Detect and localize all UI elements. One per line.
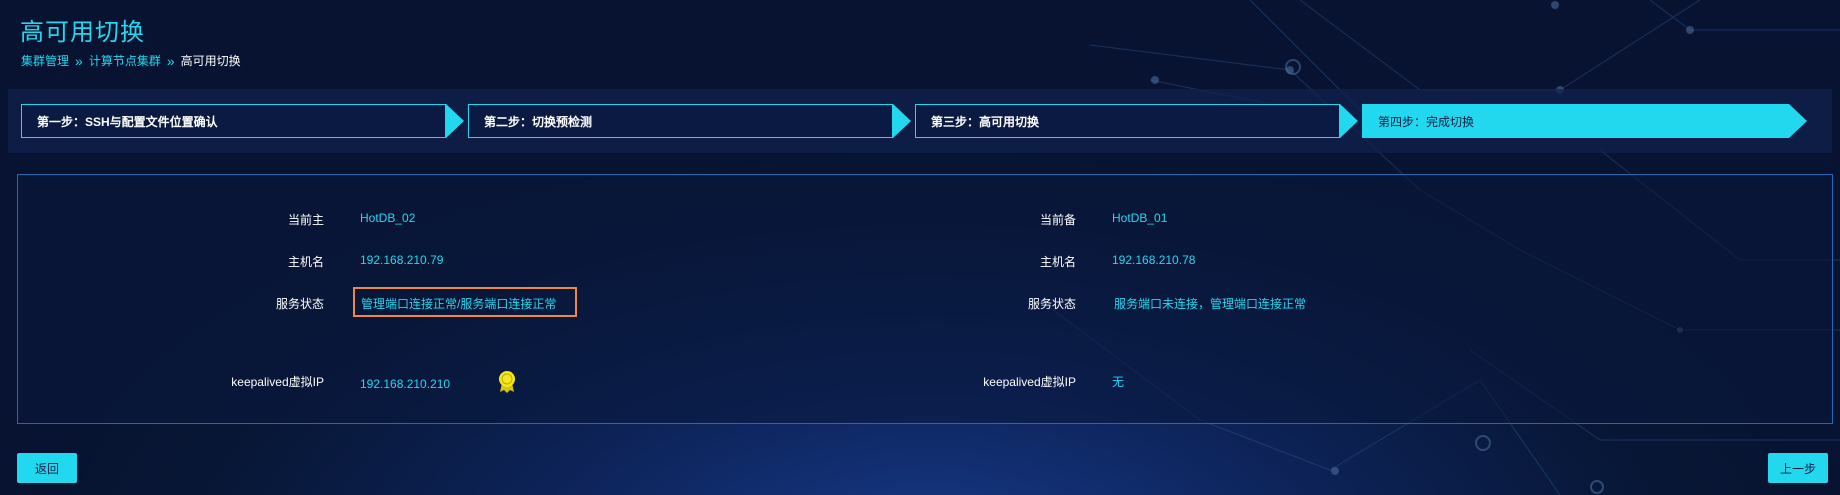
step-progress-bar: 第一步：SSH与配置文件位置确认 第二步：切换预检测 第三步：高可用切换 第四步… (8, 89, 1832, 153)
standby-role-label: 当前备 (1039, 213, 1076, 227)
switch-result-panel: 当前主 HotDB_02 主机名 192.168.210.79 服务状态 管理端… (17, 174, 1833, 424)
master-role-label: 当前主 (287, 213, 324, 227)
breadcrumb-separator: » (75, 52, 83, 69)
back-button[interactable]: 返回 (17, 453, 77, 483)
master-host-label: 主机名 (287, 255, 324, 269)
step-4-label: 第四步：完成切换 (1362, 104, 1789, 138)
master-role-value: HotDB_02 (360, 211, 416, 225)
master-status-label: 服务状态 (275, 297, 324, 311)
step-arrow-icon (1789, 104, 1807, 138)
step-arrow-icon (446, 104, 464, 138)
breadcrumb-compute-node-cluster[interactable]: 计算节点集群 (89, 52, 161, 69)
standby-status-label: 服务状态 (1027, 297, 1076, 311)
step-3-label: 第三步：高可用切换 (915, 104, 1340, 138)
award-badge-icon (499, 371, 515, 393)
standby-host-label: 主机名 (1039, 255, 1076, 269)
standby-host-value: 192.168.210.78 (1112, 253, 1196, 267)
page-title: 高可用切换 (20, 19, 145, 46)
breadcrumb-current: 高可用切换 (180, 54, 241, 68)
master-vip-value: 192.168.210.210 (360, 377, 451, 391)
standby-status-value: 服务端口未连接，管理端口连接正常 (1114, 297, 1307, 311)
step-arrow-icon (1340, 104, 1358, 138)
breadcrumb-separator: » (166, 52, 175, 69)
master-vip-label: keepalived虚拟IP (231, 375, 324, 389)
breadcrumb-cluster-management[interactable]: 集群管理 (21, 52, 69, 69)
step-arrow-icon (893, 104, 911, 138)
previous-step-button[interactable]: 上一步 (1768, 453, 1828, 483)
step-1-label: 第一步：SSH与配置文件位置确认 (21, 104, 446, 138)
step-2-label: 第二步：切换预检测 (468, 104, 893, 138)
master-host-value: 192.168.210.79 (360, 253, 444, 267)
standby-role-value: HotDB_01 (1112, 211, 1168, 225)
breadcrumb: 集群管理 » 计算节点集群 » 高可用切换 (21, 52, 241, 69)
master-status-value: 管理端口连接正常/服务端口连接正常 (361, 297, 557, 311)
standby-vip-label: keepalived虚拟IP (983, 375, 1076, 389)
standby-vip-value: 无 (1112, 375, 1125, 389)
